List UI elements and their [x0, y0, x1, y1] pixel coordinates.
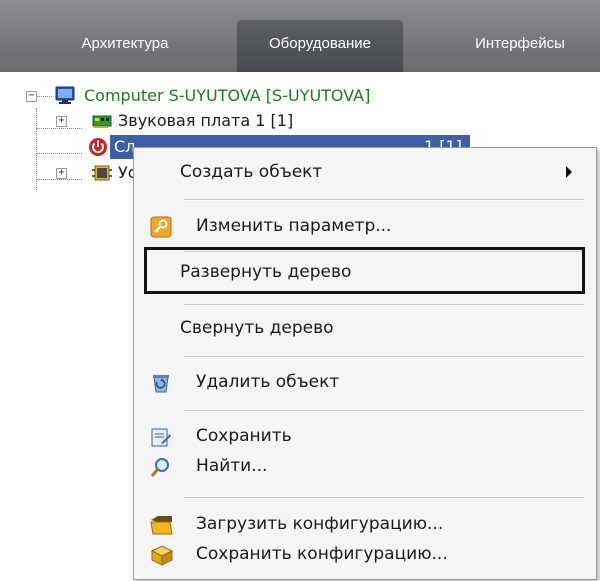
expand-icon[interactable]: + — [56, 116, 67, 127]
tab-architecture[interactable]: Архитектура — [40, 20, 210, 72]
menu-item-delete-object[interactable]: Удалить объект — [134, 362, 596, 402]
tree-node-label: Звуковая плата 1 [1] — [118, 111, 294, 130]
expand-icon[interactable]: + — [56, 168, 67, 179]
delete-icon — [150, 372, 172, 394]
tree-connector — [36, 108, 37, 190]
context-menu: Создать объект Изменить параметр... Разв… — [133, 147, 597, 580]
menu-separator — [184, 199, 584, 201]
menu-separator — [184, 410, 584, 412]
menu-item-label: Сохранить конфигурацию... — [196, 544, 448, 564]
menu-item-label: Изменить параметр... — [196, 216, 392, 236]
menu-item-label: Создать объект — [180, 162, 323, 182]
computer-icon — [54, 86, 75, 104]
submenu-arrow-icon — [566, 166, 572, 178]
menu-separator — [184, 497, 584, 499]
search-icon — [150, 456, 172, 478]
save-icon — [150, 426, 172, 448]
collapse-icon[interactable]: − — [26, 91, 37, 102]
key-icon — [150, 216, 172, 238]
expand-tree-highlight-frame — [144, 247, 585, 294]
menu-item-find[interactable]: Найти... — [134, 446, 596, 486]
tree-node-computer[interactable]: − Computer S-UYUTOVA [S-UYUTOVA] — [26, 85, 506, 107]
menu-separator — [184, 304, 584, 306]
load-config-icon — [150, 514, 173, 536]
menu-item-collapse-tree[interactable]: Свернуть дерево — [134, 308, 596, 348]
menu-item-edit-parameter[interactable]: Изменить параметр... — [134, 206, 596, 246]
tree-node-label: Computer S-UYUTOVA [S-UYUTOVA] — [84, 86, 371, 105]
menu-item-create-object[interactable]: Создать объект — [134, 152, 596, 192]
save-config-icon — [150, 544, 174, 566]
menu-item-label: Найти... — [196, 456, 268, 476]
menu-item-label: Свернуть дерево — [180, 318, 334, 338]
menu-item-save-config[interactable]: Сохранить конфигурацию... — [134, 534, 596, 574]
tree-node-sound-card[interactable]: + Звуковая плата 1 [1] — [52, 110, 452, 132]
tab-interfaces[interactable]: Интерфейсы — [440, 20, 600, 72]
device-icon — [92, 164, 112, 182]
menu-item-label: Удалить объект — [196, 372, 340, 392]
tab-bar: Архитектура Оборудование Интерфейсы — [0, 0, 600, 72]
sound-card-icon — [92, 112, 112, 130]
power-icon — [88, 137, 108, 156]
menu-separator — [184, 356, 584, 358]
tab-equipment[interactable]: Оборудование — [237, 20, 403, 72]
